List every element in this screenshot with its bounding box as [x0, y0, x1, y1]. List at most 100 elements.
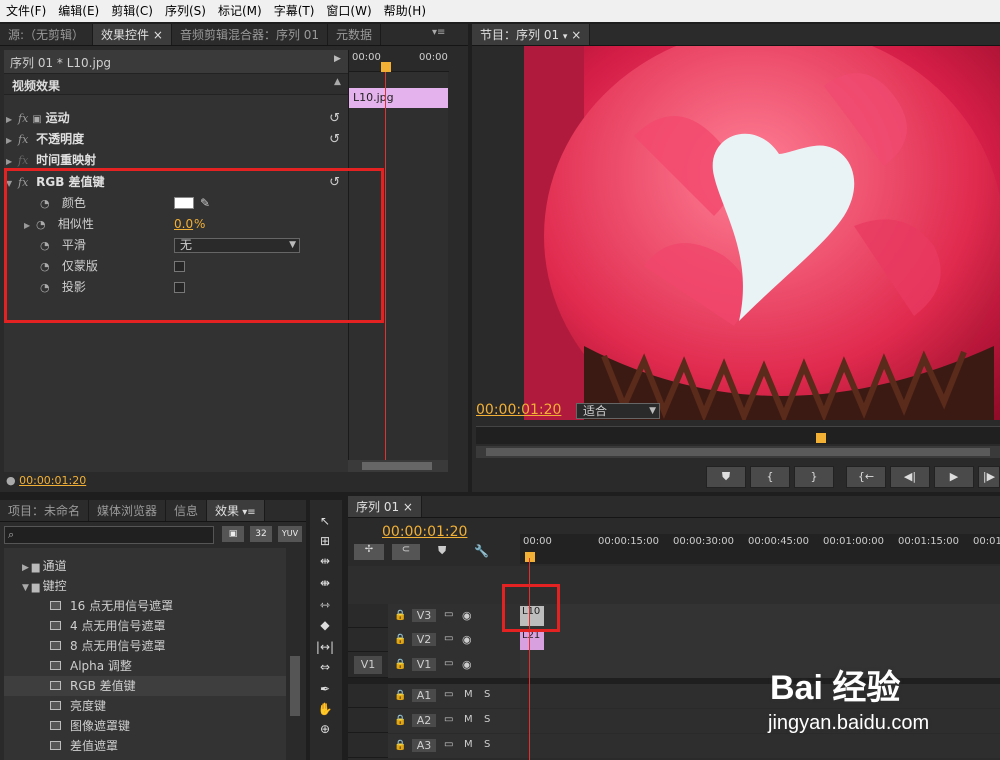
menu-item[interactable]: 字幕(T)	[268, 0, 321, 22]
tab-media-browser[interactable]: 媒体浏览器	[89, 500, 167, 521]
fx-icon[interactable]: fx	[18, 112, 28, 125]
track-label[interactable]: A1	[412, 689, 436, 702]
ec-playhead-handle[interactable]	[381, 62, 391, 72]
tab-project[interactable]: 项目：未命名	[0, 500, 90, 521]
track-output-icon[interactable]: ▭	[444, 633, 453, 644]
menu-item[interactable]: 文件(F)	[0, 0, 52, 22]
track-area[interactable]	[520, 652, 1000, 678]
slide-tool-icon[interactable]: ⇔	[314, 658, 336, 676]
lock-icon[interactable]: 🔒	[394, 690, 406, 701]
track-label[interactable]: A3	[412, 739, 436, 752]
wrench-icon[interactable]: 🔧	[474, 544, 489, 558]
folder-item[interactable]: ▼ ▆ 键控	[22, 576, 67, 596]
voiceover-icon[interactable]: ▭	[444, 739, 453, 750]
32bit-badge[interactable]: 32	[250, 526, 272, 542]
eye-icon[interactable]: ◉	[462, 633, 472, 646]
effect-item[interactable]: 差值遮罩	[50, 736, 118, 756]
solo-toggle[interactable]: S	[484, 739, 490, 750]
eye-icon[interactable]: ◉	[462, 609, 472, 622]
track-label[interactable]: V2	[412, 633, 436, 646]
play-icon[interactable]: ▶	[334, 54, 341, 64]
tab-effect-controls[interactable]: 效果控件 ×	[93, 24, 172, 45]
link-icon[interactable]: ⊂	[392, 544, 420, 560]
rate-stretch-tool-icon[interactable]: ⇿	[314, 596, 336, 614]
accelerated-icon[interactable]: ▣	[222, 526, 244, 542]
pen-tool-icon[interactable]: ✒	[314, 680, 336, 698]
track-label[interactable]: V3	[412, 609, 436, 622]
timeline-timecode[interactable]: 00:00:01:20	[382, 524, 467, 540]
effects-scrollbar[interactable]	[288, 548, 302, 760]
program-playhead[interactable]	[816, 433, 826, 443]
fx-icon[interactable]: fx	[18, 133, 28, 146]
track-output-icon[interactable]: ▭	[444, 609, 453, 620]
fit-select[interactable]: 适合 ▼	[576, 403, 660, 419]
add-marker-button[interactable]: ⛊	[706, 466, 746, 488]
program-ruler[interactable]	[476, 426, 1000, 444]
opacity-row[interactable]: ▶ fx 不透明度 ↺	[6, 129, 348, 150]
effect-item[interactable]: 16 点无用信号遮罩	[50, 596, 173, 616]
ec-playhead[interactable]	[385, 62, 386, 468]
lock-icon[interactable]: 🔒	[394, 715, 406, 726]
menu-item[interactable]: 标记(M)	[212, 0, 268, 22]
slip-tool-icon[interactable]: |↔|	[314, 638, 336, 656]
expand-icon[interactable]: ▶	[22, 563, 32, 573]
program-video-frame[interactable]	[524, 46, 1000, 420]
motion-row[interactable]: ▶ fx ▣ 运动 ↺	[6, 108, 348, 129]
tab-program[interactable]: 节目：序列 01 ▾ ×	[472, 24, 591, 45]
play-button[interactable]: ▶	[934, 466, 974, 488]
collapse-icon[interactable]: ▲	[334, 77, 341, 87]
track-area[interactable]: L10	[520, 604, 1000, 628]
yuv-badge[interactable]: YUV	[278, 526, 302, 542]
ec-timecode[interactable]: 00:00:01:20	[19, 474, 86, 487]
timeline-ruler[interactable]: 00:00 00:00:15:00 00:00:30:00 00:00:45:00 00…	[520, 534, 1000, 564]
tab-audio-mixer[interactable]: 音频剪辑混合器：序列 01	[172, 24, 329, 45]
tab-source[interactable]: 源:（无剪辑）	[0, 24, 94, 45]
step-forward-button[interactable]: |▶	[978, 466, 1000, 488]
voiceover-icon[interactable]: ▭	[444, 714, 453, 725]
track-output-icon[interactable]: ▭	[444, 658, 453, 669]
program-timecode[interactable]: 00:00:01:20	[476, 402, 561, 418]
lock-icon[interactable]: 🔒	[394, 659, 406, 670]
track-area[interactable]: L21	[520, 628, 1000, 652]
rolling-edit-tool-icon[interactable]: ⇼	[314, 574, 336, 592]
tab-effects[interactable]: 效果 ▾≡	[207, 500, 265, 521]
folder-item[interactable]: ▶ ▆ 通道	[22, 556, 67, 576]
track-label[interactable]: V1	[412, 658, 436, 671]
voiceover-icon[interactable]: ▭	[444, 689, 453, 700]
reset-icon[interactable]: ↺	[329, 129, 340, 150]
menu-item[interactable]: 序列(S)	[159, 0, 212, 22]
mute-toggle[interactable]: M	[464, 689, 473, 700]
menu-item[interactable]: 窗口(W)	[320, 0, 377, 22]
go-to-in-button[interactable]: {←	[846, 466, 886, 488]
add-marker-icon[interactable]: ⛊	[438, 544, 446, 558]
mute-toggle[interactable]: M	[464, 739, 473, 750]
effect-item[interactable]: 4 点无用信号遮罩	[50, 616, 165, 636]
track-area[interactable]	[520, 734, 1000, 758]
expand-icon[interactable]: ▶	[6, 130, 18, 151]
lock-icon[interactable]: 🔒	[394, 740, 406, 751]
zoom-tool-icon[interactable]: ⊕	[314, 720, 336, 738]
effect-item[interactable]: RGB 差值键	[4, 676, 286, 696]
tab-metadata[interactable]: 元数据	[328, 24, 382, 45]
track-label[interactable]: A2	[412, 714, 436, 727]
eye-icon[interactable]: ◉	[462, 658, 472, 671]
mark-in-button[interactable]: {	[750, 466, 790, 488]
step-back-button[interactable]: ◀|	[890, 466, 930, 488]
mark-out-button[interactable]: }	[794, 466, 834, 488]
effect-item[interactable]: 8 点无用信号遮罩	[50, 636, 165, 656]
source-patch-v1[interactable]: V1	[354, 656, 382, 674]
effect-item[interactable]: 亮度键	[50, 696, 106, 716]
tab-info[interactable]: 信息	[166, 500, 208, 521]
timeline-clip[interactable]: L21	[520, 630, 544, 650]
panel-menu-icon[interactable]: ▾≡	[432, 27, 445, 38]
solo-toggle[interactable]: S	[484, 689, 490, 700]
timeline-playhead-handle[interactable]	[525, 552, 535, 562]
track-select-tool-icon[interactable]: ⊞	[314, 532, 336, 550]
snap-icon[interactable]: ✢	[354, 544, 384, 560]
tab-sequence[interactable]: 序列 01 ×	[348, 496, 422, 517]
hand-tool-icon[interactable]: ✋	[314, 700, 336, 718]
track-area[interactable]	[520, 684, 1000, 708]
expand-icon[interactable]: ▶	[6, 109, 18, 130]
solo-toggle[interactable]: S	[484, 714, 490, 725]
mute-toggle[interactable]: M	[464, 714, 473, 725]
